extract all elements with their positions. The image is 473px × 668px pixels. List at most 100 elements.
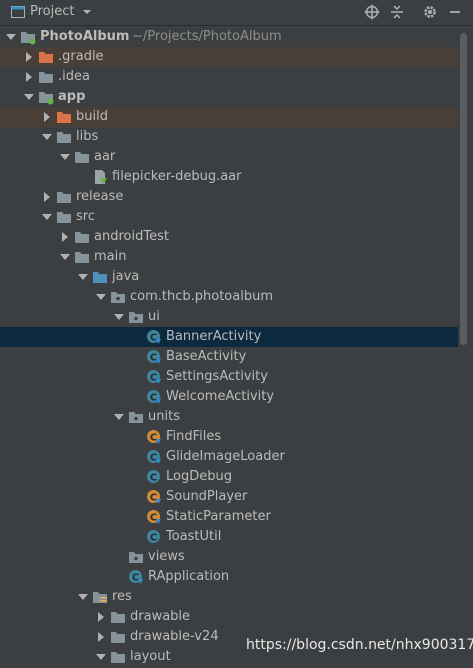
tree-node-ui[interactable]: ui — [0, 307, 458, 327]
tree-node-views[interactable]: views — [0, 547, 458, 567]
tree-node-findfiles[interactable]: C FindFiles — [0, 427, 458, 447]
expand-arrow-right-icon[interactable] — [42, 192, 52, 202]
package-icon — [129, 412, 143, 423]
tree-node-label: RApplication — [148, 569, 230, 584]
hide-icon[interactable] — [446, 3, 464, 21]
tree-node-res[interactable]: res — [0, 587, 458, 607]
source-folder-icon — [93, 272, 107, 283]
aar-file-icon — [95, 170, 107, 184]
expand-arrow-down-icon[interactable] — [42, 132, 52, 142]
tree-node-package[interactable]: com.thcb.photoalbum — [0, 287, 458, 307]
tree-node-units[interactable]: units — [0, 407, 458, 427]
tree-node-androidtest[interactable]: androidTest — [0, 227, 458, 247]
expand-arrow-down-icon[interactable] — [96, 292, 106, 302]
tree-node-label: drawable — [130, 609, 191, 624]
tree-node-gradle[interactable]: .gradle — [0, 47, 458, 67]
project-view-selector[interactable]: Project — [30, 4, 74, 19]
tree-node-label: units — [148, 409, 180, 424]
tree-node-aar[interactable]: aar — [0, 147, 458, 167]
tree-node-soundplayer[interactable]: C SoundPlayer — [0, 487, 458, 507]
tree-node-app[interactable]: app — [0, 87, 458, 107]
tree-node-label: BaseActivity — [166, 349, 247, 364]
tree-node-welcomeactivity[interactable]: C WelcomeActivity — [0, 387, 458, 407]
tree-node-path: ~/Projects/PhotoAlbum — [132, 29, 282, 44]
expand-arrow-down-icon[interactable] — [114, 312, 124, 322]
tree-node-label: com.thcb.photoalbum — [130, 289, 273, 304]
tree-node-logdebug[interactable]: C LogDebug — [0, 467, 458, 487]
tree-node-java[interactable]: java — [0, 267, 458, 287]
expand-arrow-down-icon[interactable] — [24, 92, 34, 102]
tree-node-rapplication[interactable]: C RApplication — [0, 567, 458, 587]
tree-node-label: aar — [94, 149, 116, 164]
tree-node-label: drawable-v24 — [130, 629, 219, 644]
svg-text:C: C — [150, 512, 157, 523]
expand-arrow-down-icon[interactable] — [42, 212, 52, 222]
expand-arrow-right-icon[interactable] — [60, 232, 70, 242]
settings-icon[interactable] — [421, 3, 439, 21]
expand-arrow-down-icon[interactable] — [78, 272, 88, 282]
folder-icon — [111, 652, 125, 663]
project-tree[interactable]: PhotoAlbum ~/Projects/PhotoAlbum .gradle .i… — [0, 27, 458, 668]
tree-node-drawable[interactable]: drawable — [0, 607, 458, 627]
tree-node-label: StaticParameter — [166, 509, 271, 524]
class-icon: C — [147, 490, 161, 504]
expand-arrow-right-icon[interactable] — [96, 632, 106, 642]
tree-node-label: app — [58, 89, 86, 104]
tree-node-toastutil[interactable]: C ToastUtil — [0, 527, 458, 547]
tree-node-glideimageloader[interactable]: C GlideImageLoader — [0, 447, 458, 467]
folder-icon — [39, 72, 53, 83]
tree-node-label: res — [112, 589, 132, 604]
expand-arrow-down-icon[interactable] — [60, 152, 70, 162]
class-icon: C — [147, 330, 161, 344]
expand-arrow-right-icon[interactable] — [24, 72, 34, 82]
tree-node-build[interactable]: build — [0, 107, 458, 127]
locate-icon[interactable] — [363, 3, 381, 21]
svg-text:C: C — [150, 492, 157, 503]
tree-node-release[interactable]: release — [0, 187, 458, 207]
collapse-all-icon[interactable] — [388, 3, 406, 21]
tree-node-settingsactivity[interactable]: C SettingsActivity — [0, 367, 458, 387]
excluded-folder-icon — [39, 52, 53, 63]
tree-node-label: src — [76, 209, 95, 224]
class-icon: C — [147, 390, 161, 404]
tree-node-main[interactable]: main — [0, 247, 458, 267]
tree-node-label: BannerActivity — [166, 329, 262, 344]
svg-text:C: C — [150, 472, 157, 483]
watermark: https://blog.csdn.net/nhx900317 — [246, 637, 473, 653]
expand-arrow-right-icon[interactable] — [42, 112, 52, 122]
expand-arrow-down-icon[interactable] — [6, 32, 16, 42]
tree-node-baseactivity[interactable]: C BaseActivity — [0, 347, 458, 367]
tree-node-label: SettingsActivity — [166, 369, 268, 384]
tree-node-label: java — [112, 269, 140, 284]
tree-node-staticparameter[interactable]: C StaticParameter — [0, 507, 458, 527]
tree-node-label: ToastUtil — [166, 529, 222, 544]
project-toolbar: Project — [0, 0, 473, 26]
package-icon — [111, 292, 125, 303]
expand-arrow-right-icon[interactable] — [96, 612, 106, 622]
expand-arrow-down-icon[interactable] — [78, 592, 88, 602]
class-icon: C — [147, 350, 161, 364]
tree-node-label: .idea — [58, 69, 90, 84]
tree-node-photoalbum[interactable]: PhotoAlbum ~/Projects/PhotoAlbum — [0, 27, 458, 47]
tree-node-label: .gradle — [58, 49, 104, 64]
tree-node-libs[interactable]: libs — [0, 127, 458, 147]
tree-node-banneractivity[interactable]: C BannerActivity — [0, 327, 458, 347]
tree-node-idea[interactable]: .idea — [0, 67, 458, 87]
project-window-icon[interactable] — [11, 6, 25, 18]
tree-node-label: ui — [148, 309, 160, 324]
class-icon: C — [147, 530, 160, 543]
expand-arrow-right-icon[interactable] — [24, 52, 34, 62]
tree-node-src[interactable]: src — [0, 207, 458, 227]
expand-arrow-down-icon[interactable] — [96, 652, 106, 662]
tree-node-label: SoundPlayer — [166, 489, 248, 504]
dropdown-icon[interactable] — [82, 8, 92, 16]
scrollbar-thumb[interactable] — [460, 33, 467, 345]
tree-node-label: WelcomeActivity — [166, 389, 275, 404]
folder-icon — [75, 252, 89, 263]
tree-node-label: build — [76, 109, 108, 124]
package-icon — [129, 552, 143, 563]
expand-arrow-down-icon[interactable] — [114, 412, 124, 422]
tree-node-filepicker-aar[interactable]: filepicker-debug.aar — [0, 167, 458, 187]
expand-arrow-down-icon[interactable] — [60, 252, 70, 262]
tree-node-label: release — [76, 189, 124, 204]
